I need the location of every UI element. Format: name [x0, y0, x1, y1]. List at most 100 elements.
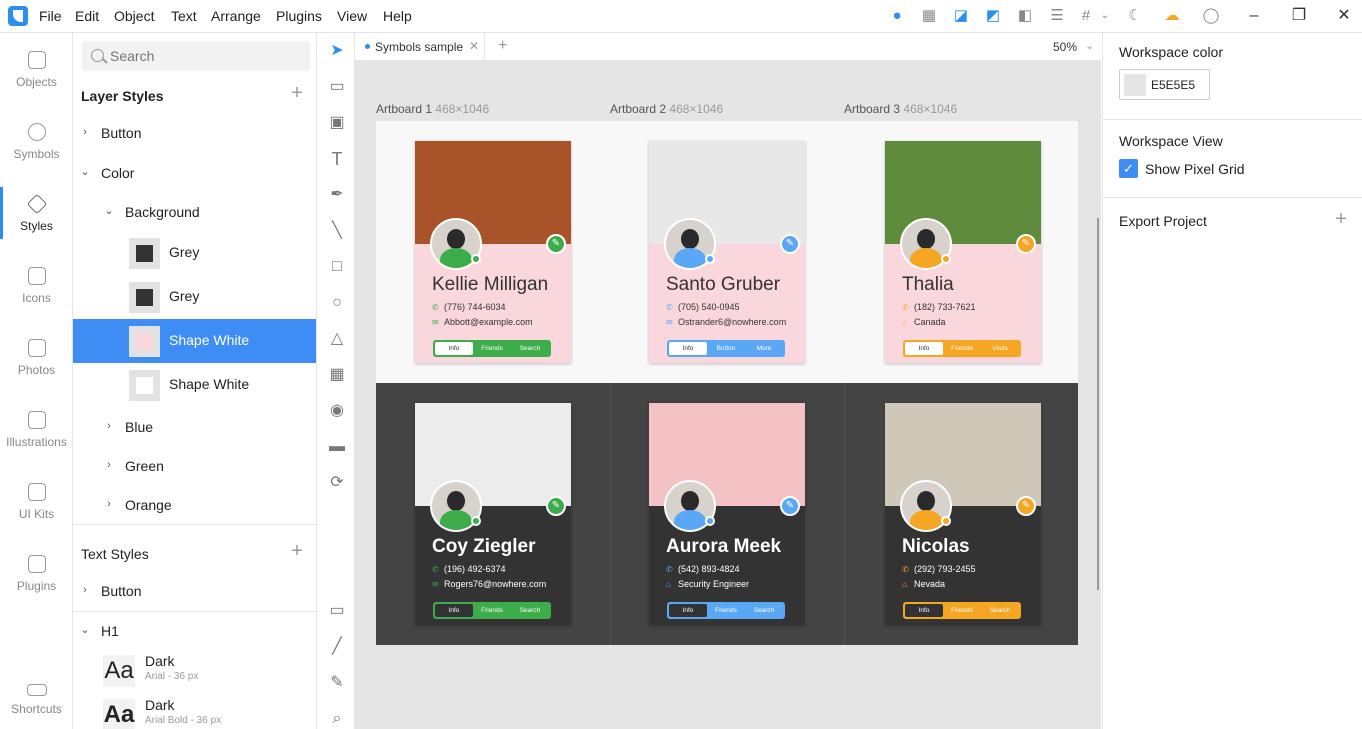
nav-objects[interactable]: Objects	[0, 37, 73, 107]
workspace-color-field[interactable]: E5E5E5	[1119, 69, 1210, 100]
artboard-label[interactable]: Artboard 2 468×1046	[610, 102, 723, 116]
zoom-chevron-icon[interactable]: ⌄	[1085, 39, 1094, 52]
show-pixel-grid-checkbox[interactable]: ✓	[1119, 159, 1138, 178]
card-tab-2[interactable]: Friends	[473, 604, 511, 617]
card-tab-info[interactable]: Info	[435, 604, 473, 617]
tree-item-green[interactable]: › Green	[73, 447, 316, 485]
search-box[interactable]	[82, 41, 310, 71]
add-export-button[interactable]: +	[1333, 209, 1349, 229]
account-icon[interactable]: ◯	[1202, 7, 1220, 25]
menu-text[interactable]: Text	[171, 8, 197, 24]
triangle-tool-icon[interactable]: △	[327, 329, 347, 349]
card-tab-3[interactable]: Visits	[981, 342, 1019, 355]
menu-view[interactable]: View	[337, 8, 367, 24]
menu-arrange[interactable]: Arrange	[211, 8, 261, 24]
document-tab[interactable]: Symbols sample ✕	[355, 33, 485, 61]
tree-item-orange[interactable]: › Orange	[73, 486, 316, 524]
ruler-icon[interactable]: ▦	[920, 7, 938, 25]
card-tab-3[interactable]: Search	[511, 342, 549, 355]
nav-illustrations[interactable]: Illustrations	[0, 397, 73, 467]
profile-card[interactable]: ✎ Aurora Meek ✆ (542) 893-4824 ⌂ Security Eng…	[649, 403, 805, 625]
menu-plugins[interactable]: Plugins	[276, 8, 322, 24]
card-tab-3[interactable]: Search	[981, 604, 1019, 617]
nav-photos[interactable]: Photos	[0, 325, 73, 395]
canvas[interactable]: Artboard 1 468×1046 Artboard 2 468×1046 …	[355, 61, 1101, 729]
pen-tool-icon[interactable]: ✒	[327, 185, 347, 205]
card-tab-info[interactable]: Info	[669, 604, 707, 617]
edit-pencil-icon[interactable]: ✎	[780, 496, 800, 516]
menu-help[interactable]: Help	[383, 8, 412, 24]
avatar-tool-icon[interactable]: ◉	[327, 401, 347, 421]
snap-icon[interactable]: ◪	[952, 7, 970, 25]
nav-ui-kits[interactable]: UI Kits	[0, 469, 73, 539]
snap-pixel-icon[interactable]: ◩	[984, 7, 1002, 25]
artboard-tool-icon[interactable]: ▭	[327, 77, 347, 97]
zoom-level[interactable]: 50%	[1053, 40, 1077, 54]
image-tool-icon[interactable]: ▣	[327, 113, 347, 133]
select-tool-icon[interactable]: ➤	[327, 41, 347, 61]
line-tool-icon[interactable]: ╲	[327, 221, 347, 241]
lightbulb-icon[interactable]: ●	[888, 7, 906, 25]
search-input[interactable]	[110, 47, 300, 65]
edit-pencil-icon[interactable]: ✎	[546, 234, 566, 254]
grid-icon[interactable]: #	[1077, 7, 1095, 25]
rectangle-tool-icon[interactable]: □	[327, 257, 347, 277]
eyedropper-tool-icon[interactable]: ✎	[327, 673, 347, 693]
mask-icon[interactable]: ◧	[1016, 7, 1034, 25]
card-tab-3[interactable]: More	[745, 342, 783, 355]
card-tab-2[interactable]: Friends	[943, 342, 981, 355]
edit-pencil-icon[interactable]: ✎	[1016, 234, 1036, 254]
profile-card[interactable]: ✎ Coy Ziegler ✆ (196) 492-6374 ✉ Rogers76@now…	[415, 403, 571, 625]
dark-mode-moon-icon[interactable]: ☾	[1126, 7, 1144, 25]
prototype-tool-icon[interactable]: ▭	[327, 601, 347, 621]
new-tab-button[interactable]: +	[498, 37, 507, 55]
repeat-tool-icon[interactable]: ⟳	[327, 473, 347, 493]
nav-styles[interactable]: Styles	[0, 181, 73, 251]
close-window-button[interactable]: ✕	[1333, 6, 1355, 26]
menu-edit[interactable]: Edit	[75, 8, 99, 24]
card-tab-3[interactable]: Search	[745, 604, 783, 617]
profile-card[interactable]: ✎ Kellie Milligan ✆ (776) 744-6034 ✉ Abbott@e…	[415, 141, 571, 363]
text-style-dark-bold[interactable]: Aa Dark Arial Bold - 36 px	[103, 693, 303, 729]
restore-button[interactable]: ❐	[1288, 6, 1310, 26]
card-tab-info[interactable]: Info	[905, 342, 943, 355]
tree-item-background[interactable]: ⌄ Background	[73, 193, 316, 231]
add-text-style-button[interactable]: +	[289, 541, 305, 561]
nav-icons[interactable]: Icons	[0, 253, 73, 323]
text-tool-icon[interactable]: T	[327, 149, 347, 169]
profile-card[interactable]: ✎ Santo Gruber ✆ (705) 540-0945 ✉ Ostrander6@…	[649, 141, 805, 363]
edit-pencil-icon[interactable]: ✎	[546, 496, 566, 516]
card-tab-info[interactable]: Info	[435, 342, 473, 355]
card-tab-2[interactable]: Button	[707, 342, 745, 355]
card-tab-2[interactable]: Friends	[707, 604, 745, 617]
tree-item-text-button[interactable]: › Button	[73, 572, 316, 610]
style-swatch-shape-white[interactable]: Shape White	[73, 363, 316, 407]
add-layer-style-button[interactable]: +	[289, 83, 305, 103]
card-tab-2[interactable]: Friends	[473, 342, 511, 355]
card-tab-2[interactable]: Friends	[943, 604, 981, 617]
edit-pencil-icon[interactable]: ✎	[780, 234, 800, 254]
tree-item-blue[interactable]: › Blue	[73, 408, 316, 446]
nav-symbols[interactable]: Symbols	[0, 109, 73, 179]
card-tab-3[interactable]: Search	[511, 604, 549, 617]
brush-tool-icon[interactable]: ╱	[327, 637, 347, 657]
artboard-label[interactable]: Artboard 1 468×1046	[376, 102, 489, 116]
tree-item-color[interactable]: ⌄ Color	[73, 154, 316, 192]
tree-item-button[interactable]: › Button	[73, 114, 316, 152]
profile-card[interactable]: ✎ Nicolas ✆ (292) 793-2455 ⌂ Nevada Info Friend…	[885, 403, 1041, 625]
workspace-color-swatch[interactable]	[1124, 74, 1146, 96]
ellipse-tool-icon[interactable]: ○	[327, 293, 347, 313]
close-tab-icon[interactable]: ✕	[469, 39, 479, 53]
artboard-label[interactable]: Artboard 3 468×1046	[844, 102, 957, 116]
component-tool-icon[interactable]: ▦	[327, 365, 347, 385]
nav-shortcuts[interactable]: Shortcuts	[0, 670, 73, 729]
edit-pencil-icon[interactable]: ✎	[1016, 496, 1036, 516]
style-swatch-shape-white-selected[interactable]: Shape White	[73, 319, 316, 363]
cloud-icon[interactable]: ☁	[1158, 7, 1186, 25]
style-swatch-grey[interactable]: Grey	[73, 231, 316, 275]
layout-list-icon[interactable]: ☰	[1048, 7, 1066, 25]
text-style-dark-regular[interactable]: Aa Dark Arial - 36 px	[103, 649, 303, 693]
minimize-button[interactable]: –	[1243, 6, 1265, 26]
tree-item-h1[interactable]: ⌄ H1	[73, 612, 316, 650]
menu-object[interactable]: Object	[114, 8, 154, 24]
